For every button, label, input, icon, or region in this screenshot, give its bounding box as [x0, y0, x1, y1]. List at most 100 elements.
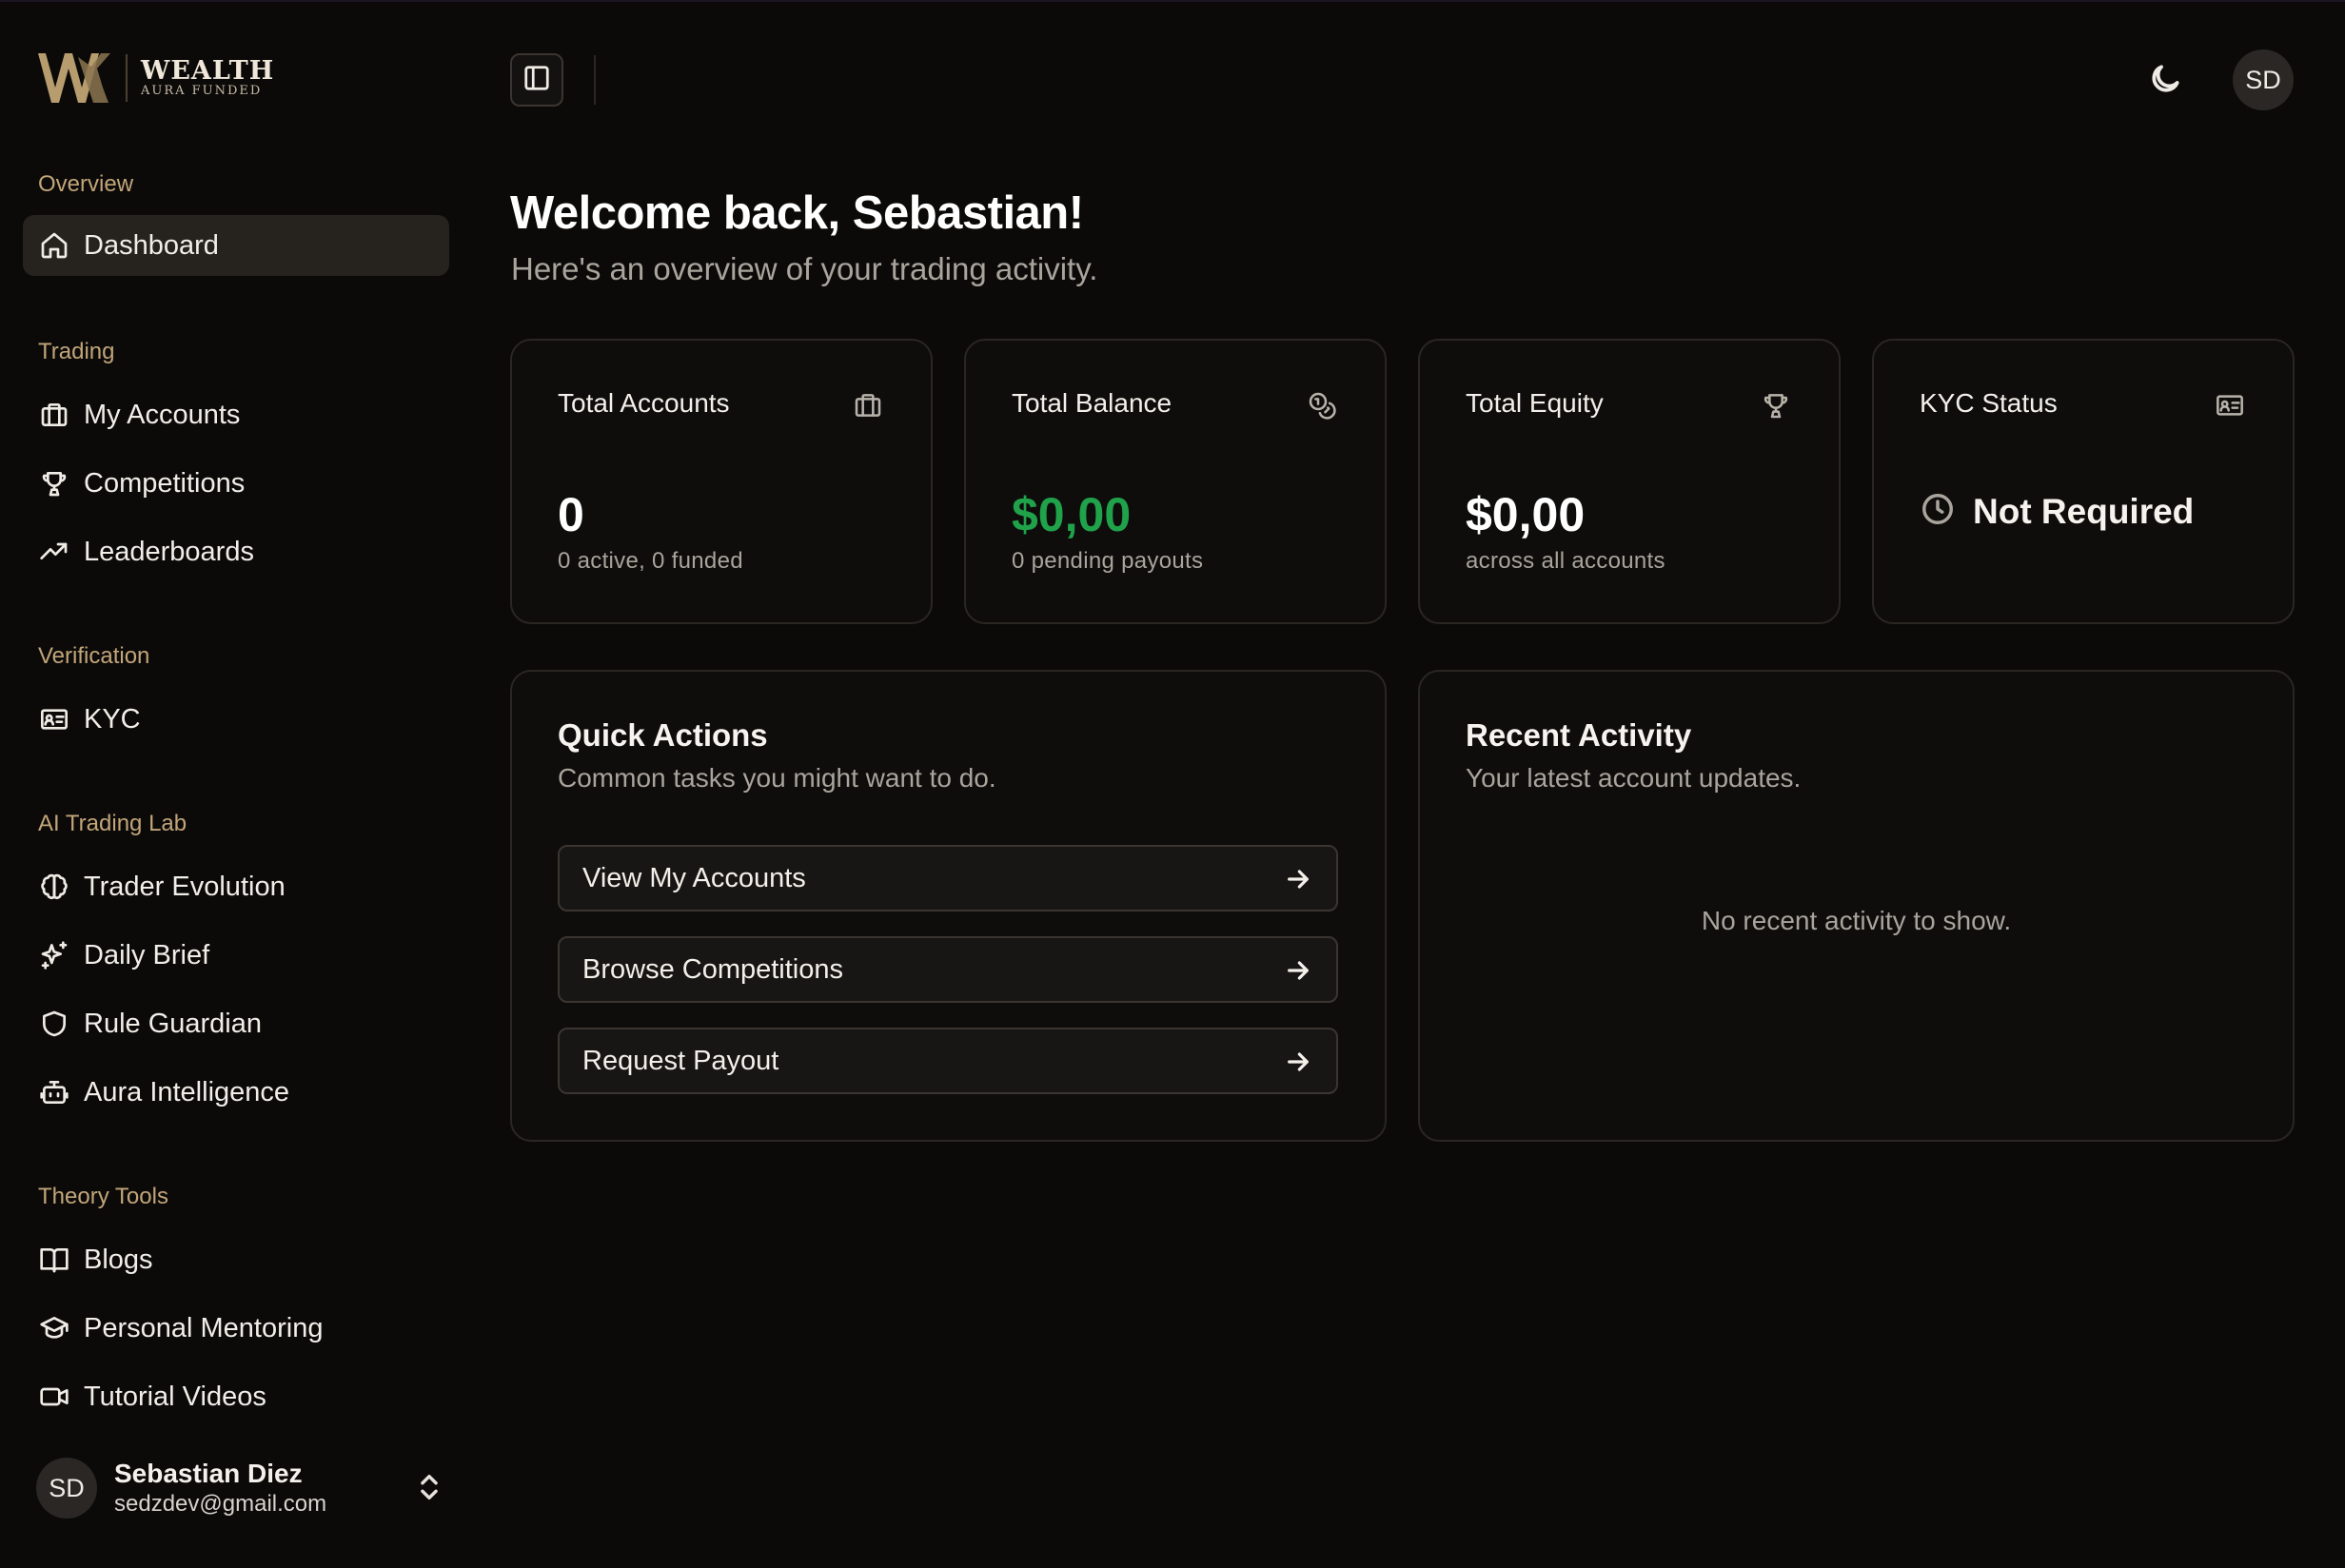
sidebar-item-kyc[interactable]: KYC	[23, 689, 449, 750]
stat-title: KYC Status	[1920, 388, 2058, 418]
sidebar-item-leaderboards[interactable]: Leaderboards	[23, 521, 449, 582]
trophy-icon	[38, 467, 70, 500]
sidebar-item-label: Dashboard	[84, 229, 219, 261]
brand-name: WEALTH	[141, 56, 275, 86]
stat-card-total-equity: Total Equity $0,00 across all accounts	[1418, 339, 1841, 624]
panel-left-icon	[522, 64, 551, 97]
stat-value: 0	[558, 488, 584, 541]
sidebar-item-tutorial-videos[interactable]: Tutorial Videos	[23, 1366, 449, 1427]
button-label: View My Accounts	[582, 862, 806, 893]
sidebar-item-competitions[interactable]: Competitions	[23, 453, 449, 514]
stat-title: Total Accounts	[558, 388, 730, 418]
sidebar-item-daily-brief[interactable]: Daily Brief	[23, 925, 449, 986]
avatar: SD	[36, 1458, 97, 1519]
sparkles-icon	[38, 939, 70, 971]
id-card-icon	[2215, 390, 2247, 422]
sidebar-item-blogs[interactable]: Blogs	[23, 1229, 449, 1290]
brain-icon	[38, 871, 70, 903]
clock-icon	[1920, 491, 1956, 532]
empty-state-message: No recent activity to show.	[1701, 906, 2012, 935]
stat-value: $0,00	[1466, 488, 1586, 541]
sidebar-item-label: KYC	[84, 703, 141, 735]
topbar-divider	[594, 55, 596, 105]
sidebar-toggle-button[interactable]	[510, 53, 563, 107]
briefcase-icon	[853, 390, 885, 422]
sidebar-item-label: Tutorial Videos	[84, 1381, 266, 1412]
app-window: WEALTH AURA FUNDED Overview Dashboard Tr…	[0, 0, 2345, 1566]
user-menu[interactable]: SD Sebastian Diez sedzdev@gmail.com	[36, 1454, 445, 1522]
logo-divider	[126, 54, 128, 102]
recent-activity-title: Recent Activity	[1466, 717, 1692, 753]
home-icon	[38, 229, 70, 262]
view-my-accounts-button[interactable]: View My Accounts	[558, 845, 1338, 911]
stat-title: Total Balance	[1012, 388, 1172, 418]
stat-value: $0,00	[1012, 488, 1132, 541]
button-label: Request Payout	[582, 1045, 779, 1076]
quick-actions-subtitle: Common tasks you might want to do.	[558, 763, 996, 793]
sidebar-item-label: Rule Guardian	[84, 1008, 262, 1039]
book-icon	[38, 1244, 70, 1276]
sidebar-item-my-accounts[interactable]: My Accounts	[23, 384, 449, 445]
id-card-icon	[38, 703, 70, 735]
section-label-trading: Trading	[38, 339, 115, 364]
recent-activity-panel: Recent Activity Your latest account upda…	[1418, 670, 2295, 1142]
sidebar-item-label: Trader Evolution	[84, 871, 286, 902]
trophy-icon	[1761, 390, 1793, 422]
sidebar-item-aura-intelligence[interactable]: Aura Intelligence	[23, 1062, 449, 1123]
stat-subtext: across all accounts	[1466, 548, 1665, 574]
button-label: Browse Competitions	[582, 953, 843, 985]
moon-icon	[2147, 65, 2183, 101]
quick-actions-title: Quick Actions	[558, 717, 768, 753]
stat-card-total-accounts: Total Accounts 0 0 active, 0 funded	[510, 339, 933, 624]
sidebar-item-label: Daily Brief	[84, 939, 210, 970]
page-title: Welcome back, Sebastian!	[510, 187, 1084, 239]
sidebar-item-rule-guardian[interactable]: Rule Guardian	[23, 993, 449, 1054]
page-subtitle: Here's an overview of your trading activ…	[511, 251, 1098, 286]
section-label-verification: Verification	[38, 643, 150, 669]
kyc-status-value: Not Required	[1973, 491, 2195, 531]
arrow-right-icon	[1283, 864, 1313, 894]
arrow-right-icon	[1283, 1047, 1313, 1077]
sidebar-item-label: Personal Mentoring	[84, 1312, 324, 1343]
request-payout-button[interactable]: Request Payout	[558, 1028, 1338, 1094]
section-label-ai-trading-lab: AI Trading Lab	[38, 811, 187, 836]
sidebar-item-label: Aura Intelligence	[84, 1076, 290, 1107]
trending-up-icon	[38, 536, 70, 568]
browse-competitions-button[interactable]: Browse Competitions	[558, 936, 1338, 1003]
quick-actions-panel: Quick Actions Common tasks you might wan…	[510, 670, 1387, 1142]
chevrons-up-down-icon[interactable]	[413, 1471, 445, 1503]
coins-icon	[1307, 390, 1339, 422]
sidebar: WEALTH AURA FUNDED Overview Dashboard Tr…	[0, 2, 472, 1568]
kyc-status-row: Not Required	[1920, 491, 2194, 532]
theme-toggle-button[interactable]	[2147, 61, 2185, 99]
logo-text: WEALTH AURA FUNDED	[141, 58, 274, 98]
stat-subtext: 0 pending payouts	[1012, 548, 1204, 574]
sidebar-item-trader-evolution[interactable]: Trader Evolution	[23, 856, 449, 917]
shield-icon	[38, 1008, 70, 1040]
sidebar-item-label: Leaderboards	[84, 536, 254, 567]
section-label-overview: Overview	[38, 171, 134, 197]
stat-subtext: 0 active, 0 funded	[558, 548, 743, 574]
user-info: Sebastian Diez sedzdev@gmail.com	[114, 1458, 326, 1519]
video-icon	[38, 1381, 70, 1413]
bot-icon	[38, 1076, 70, 1108]
user-name: Sebastian Diez	[114, 1459, 303, 1488]
user-email: sedzdev@gmail.com	[114, 1491, 327, 1517]
sidebar-item-personal-mentoring[interactable]: Personal Mentoring	[23, 1298, 449, 1359]
sidebar-item-label: Blogs	[84, 1244, 153, 1275]
graduation-cap-icon	[38, 1312, 70, 1344]
logo-mark-icon	[38, 53, 110, 103]
sidebar-item-dashboard[interactable]: Dashboard	[23, 215, 449, 276]
account-avatar-button[interactable]: SD	[2233, 49, 2294, 110]
stat-card-total-balance: Total Balance $0,00 0 pending payouts	[964, 339, 1387, 624]
sidebar-item-label: Competitions	[84, 467, 246, 499]
sidebar-item-label: My Accounts	[84, 399, 241, 430]
recent-activity-subtitle: Your latest account updates.	[1466, 763, 1802, 793]
arrow-right-icon	[1283, 955, 1313, 986]
stat-title: Total Equity	[1466, 388, 1604, 418]
section-label-theory-tools: Theory Tools	[38, 1184, 168, 1209]
stat-card-kyc-status: KYC Status Not Required	[1872, 339, 2295, 624]
brand-logo[interactable]: WEALTH AURA FUNDED	[36, 49, 274, 107]
briefcase-icon	[38, 399, 70, 431]
brand-tagline: AURA FUNDED	[141, 84, 263, 98]
